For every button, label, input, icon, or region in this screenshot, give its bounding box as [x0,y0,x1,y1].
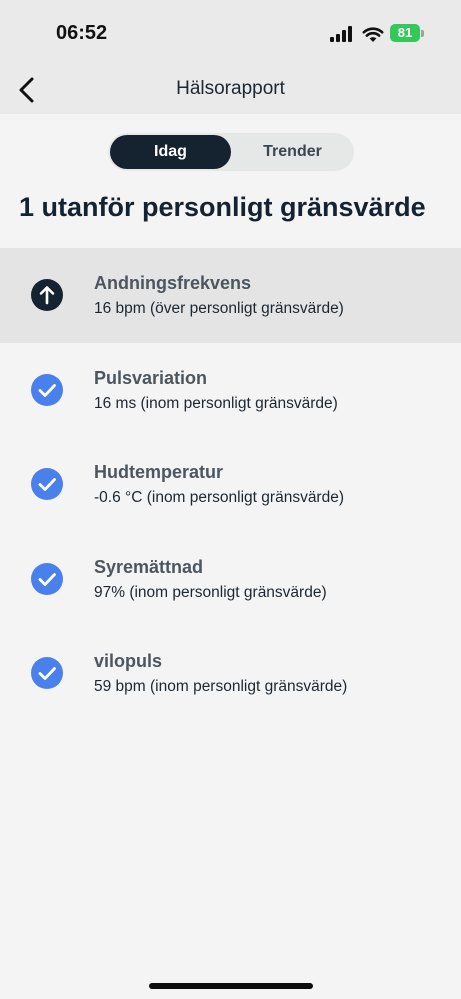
arrow-up-icon [31,279,63,311]
metric-name: Pulsvariation [94,367,208,388]
wifi-icon [362,27,384,42]
summary-heading: 1 utanför personligt gränsvärde [19,192,426,222]
tab-trender[interactable]: Trender [233,135,352,169]
battery-icon: 81 [390,24,420,42]
metric-value: -0.6 °C (inom personligt gränsvärde) [94,489,344,506]
metric-row-vilopuls[interactable]: vilopuls 59 bpm (inom personligt gränsvä… [0,626,461,721]
metric-value: 16 ms (inom personligt gränsvärde) [94,394,338,412]
metric-row-andningsfrekvens[interactable]: Andningsfrekvens 16 bpm (över personligt… [0,248,461,343]
metric-name: vilopuls [94,651,163,671]
metric-value: 16 bpm (över personligt gränsvärde) [94,300,344,317]
status-icons: 81 [330,24,430,44]
status-time: 06:52 [56,22,108,44]
metric-name: Andningsfrekvens [94,273,252,293]
status-bar: 06:52 81 [0,0,461,68]
check-icon [31,657,63,689]
metric-row-pulsvariation[interactable]: Pulsvariation 16 ms (inom personligt grä… [0,343,461,438]
tab-idag[interactable]: Idag [110,135,231,169]
metric-name: Hudtemperatur [94,462,224,482]
metric-name: Syremättnad [94,556,204,577]
metric-row-hudtemperatur[interactable]: Hudtemperatur -0.6 °C (inom personligt g… [0,437,461,532]
cellular-signal-icon [330,26,354,42]
page-title: Hälsorapport [176,78,285,99]
metric-row-syremattnad[interactable]: Syremättnad 97% (inom personligt gränsvä… [0,532,461,627]
check-icon [31,562,63,595]
check-icon [31,373,63,406]
metric-list: Andningsfrekvens 16 bpm (över personligt… [0,248,461,721]
home-indicator[interactable] [149,983,313,989]
battery-level: 81 [397,25,413,40]
segmented-control: Idag Trender [108,133,354,171]
metric-value: 59 bpm (inom personligt gränsvärde) [94,678,348,695]
nav-bar: Hälsorapport [0,68,461,114]
battery-cap [421,30,424,37]
check-icon [31,468,63,500]
metric-value: 97% (inom personligt gränsvärde) [94,583,327,601]
